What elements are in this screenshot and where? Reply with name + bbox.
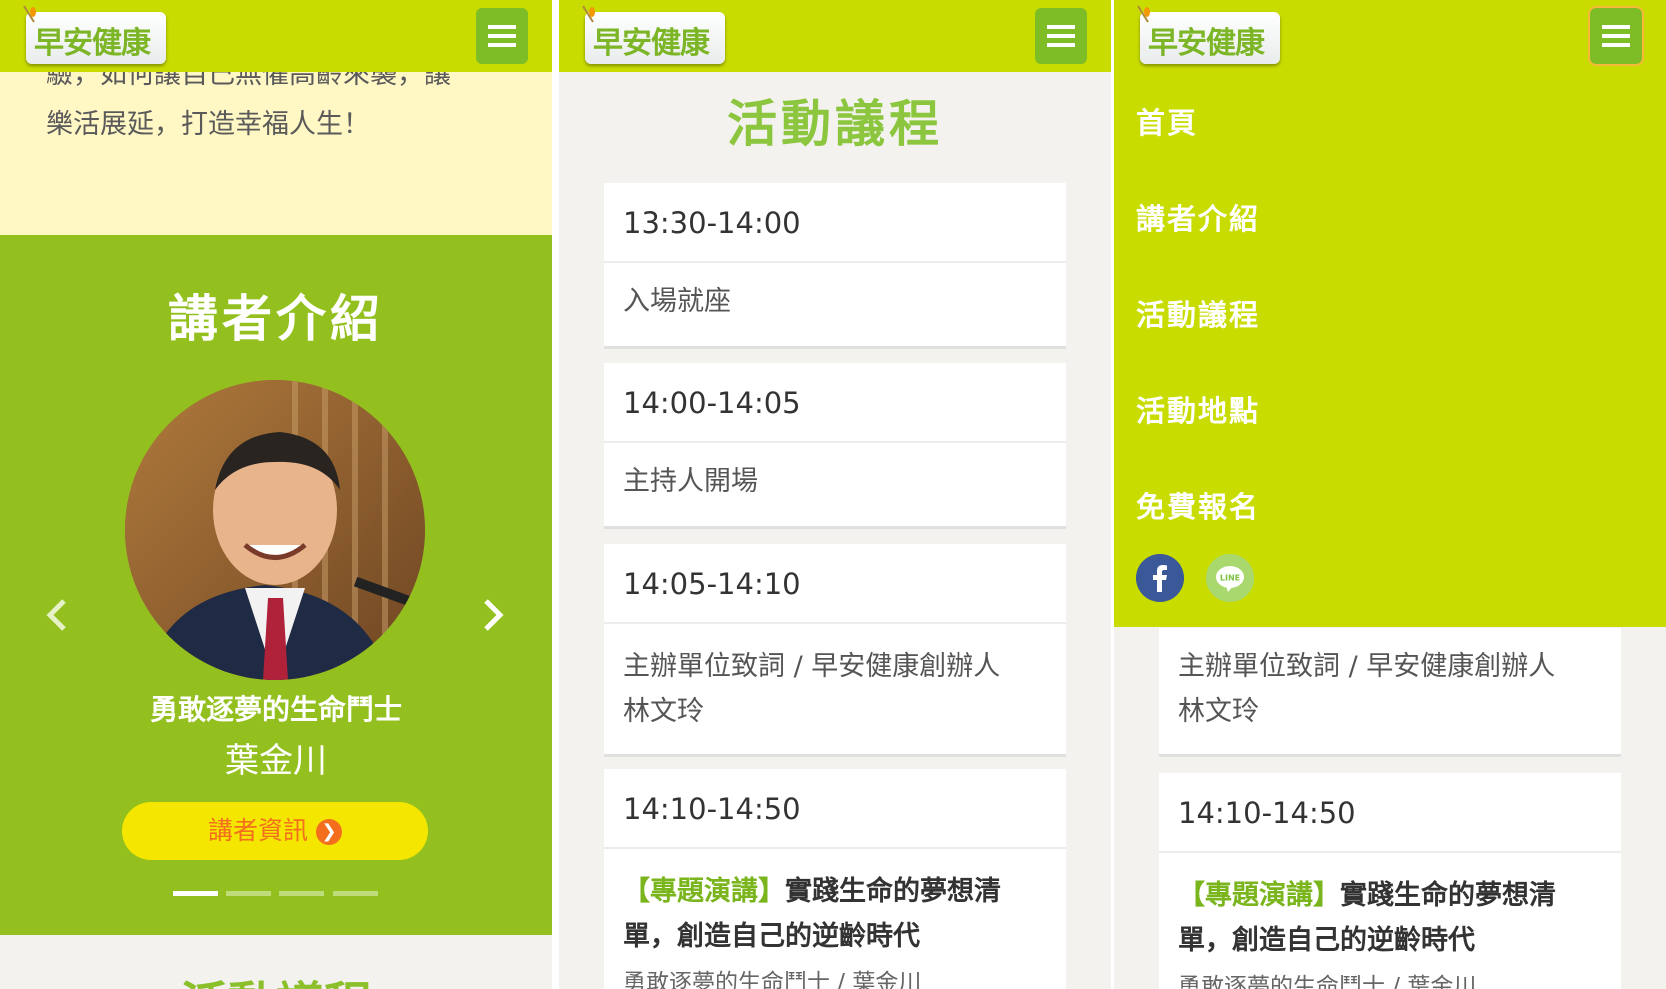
agenda-desc-line: 林文玲 bbox=[1178, 696, 1259, 727]
talk-speaker: 勇敢逐夢的生命鬥士 / 葉金川 bbox=[1178, 974, 1477, 989]
talk-speaker: 勇敢逐夢的生命鬥士 / 葉金川 bbox=[623, 970, 922, 989]
screen-speaker-section: 驗，如何讓自己無懼高齡來襲，讓 樂活展延，打造幸福人生！ 講者介紹 勇敢逐夢的生… bbox=[0, 0, 552, 989]
hamburger-icon bbox=[488, 25, 516, 47]
agenda-card: 14:10-14:50 【專題演講】實踐生命的夢想清單，創造自己的逆齡時代 勇敢逐… bbox=[1159, 773, 1621, 989]
speaker-info-button[interactable]: 講者資訊 ❯ bbox=[122, 802, 428, 860]
next-section-title: 活動議程 bbox=[0, 965, 552, 989]
carousel-dot-3[interactable] bbox=[279, 891, 324, 896]
facebook-icon[interactable] bbox=[1136, 554, 1184, 602]
speaker-tagline: 勇敢逐夢的生命鬥士 bbox=[149, 693, 402, 726]
header-bar: 早安健康 bbox=[1114, 0, 1666, 72]
talk-tag: 【專題演講】 bbox=[1178, 880, 1340, 911]
agenda-time: 14:10-14:50 bbox=[1159, 773, 1621, 853]
hamburger-icon bbox=[1047, 25, 1075, 47]
agenda-card: 13:30-14:00 入場就座 bbox=[604, 183, 1066, 346]
agenda-time: 13:30-14:00 bbox=[604, 183, 1066, 263]
agenda-card: 14:00-14:05 主持人開場 bbox=[604, 363, 1066, 526]
nav-item-agenda[interactable]: 活動議程 bbox=[1136, 292, 1260, 334]
screen-nav-menu-open: 主辦單位致詞 / 早安健康創辦人 林文玲 14:10-14:50 【專題演講】實踐… bbox=[1114, 0, 1666, 989]
agenda-card: 14:05-14:10 主辦單位致詞 / 早安健康創辦人 林文玲 bbox=[604, 544, 1066, 754]
speaker-photo bbox=[125, 380, 425, 680]
carousel-dot-1[interactable] bbox=[173, 891, 218, 896]
svg-text:LINE: LINE bbox=[1220, 574, 1240, 583]
screen-agenda: 活動議程 13:30-14:00 入場就座 14:00-14:05 主持人開場 … bbox=[559, 0, 1111, 989]
speaker-info-label: 講者資訊 bbox=[207, 816, 308, 845]
intro-box: 驗，如何讓自己無懼高齡來襲，讓 樂活展延，打造幸福人生！ bbox=[0, 59, 552, 235]
nav-item-home[interactable]: 首頁 bbox=[1136, 100, 1198, 142]
nav-item-register[interactable]: 免費報名 bbox=[1136, 484, 1260, 526]
agenda-desc: 主持人開場 bbox=[623, 466, 758, 497]
menu-button[interactable] bbox=[476, 8, 528, 64]
agenda-time: 14:05-14:10 bbox=[604, 544, 1066, 624]
logo-text: 早安健康 bbox=[593, 26, 710, 61]
talk-tag: 【專題演講】 bbox=[623, 876, 785, 907]
header-bar: 早安健康 bbox=[0, 0, 552, 72]
speaker-section: 講者介紹 勇敢逐夢的生命鬥士 葉金川 講者資訊 ❯ bbox=[0, 235, 552, 935]
logo-text: 早安健康 bbox=[34, 26, 151, 61]
brand-logo[interactable]: 早安健康 bbox=[582, 5, 725, 64]
agenda-desc-line: 主辦單位致詞 / 早安健康創辦人 bbox=[623, 651, 1001, 682]
agenda-desc: 主辦單位致詞 / 早安健康創辦人 林文玲 bbox=[1159, 628, 1621, 754]
carousel-indicators bbox=[173, 891, 379, 897]
section-title: 講者介紹 bbox=[168, 290, 384, 348]
agenda-title: 活動議程 bbox=[727, 95, 943, 153]
agenda-time: 14:00-14:05 bbox=[604, 363, 1066, 443]
agenda-card: 14:10-14:50 【專題演講】實踐生命的夢想清單，創造自己的逆齡時代 勇敢逐… bbox=[604, 769, 1066, 989]
logo-text: 早安健康 bbox=[1148, 26, 1265, 61]
header-bar: 早安健康 bbox=[559, 0, 1111, 72]
carousel-prev-icon[interactable] bbox=[42, 595, 72, 635]
nav-menu: 首頁 講者介紹 活動議程 活動地點 免費報名 LINE bbox=[1114, 72, 1666, 627]
line-icon[interactable]: LINE bbox=[1206, 554, 1254, 602]
brand-logo[interactable]: 早安健康 bbox=[1137, 5, 1280, 64]
agenda-desc-line: 林文玲 bbox=[623, 696, 704, 727]
menu-button[interactable] bbox=[1035, 8, 1087, 64]
chevron-right-icon: ❯ bbox=[316, 819, 342, 845]
carousel-dot-2[interactable] bbox=[226, 891, 271, 896]
nav-item-speakers[interactable]: 講者介紹 bbox=[1136, 196, 1260, 238]
agenda-desc: 入場就座 bbox=[623, 286, 731, 317]
carousel-dot-4[interactable] bbox=[333, 891, 378, 896]
agenda-time: 14:10-14:50 bbox=[604, 769, 1066, 849]
speaker-name: 葉金川 bbox=[225, 741, 327, 781]
agenda-desc: 主辦單位致詞 / 早安健康創辦人 林文玲 bbox=[604, 624, 1066, 754]
brand-logo[interactable]: 早安健康 bbox=[23, 5, 166, 64]
nav-item-location[interactable]: 活動地點 bbox=[1136, 388, 1260, 430]
carousel-next-icon[interactable] bbox=[478, 595, 508, 635]
agenda-desc: 【專題演講】實踐生命的夢想清單，創造自己的逆齡時代 勇敢逐夢的生命鬥士 / 葉金川 bbox=[1159, 853, 1621, 989]
agenda-desc: 【專題演講】實踐生命的夢想清單，創造自己的逆齡時代 勇敢逐夢的生命鬥士 / 葉金川 bbox=[604, 849, 1066, 989]
menu-button[interactable] bbox=[1588, 6, 1644, 66]
hamburger-icon bbox=[1602, 25, 1630, 47]
agenda-card: 主辦單位致詞 / 早安健康創辦人 林文玲 bbox=[1159, 628, 1621, 754]
agenda-desc-line: 主辦單位致詞 / 早安健康創辦人 bbox=[1178, 651, 1556, 682]
